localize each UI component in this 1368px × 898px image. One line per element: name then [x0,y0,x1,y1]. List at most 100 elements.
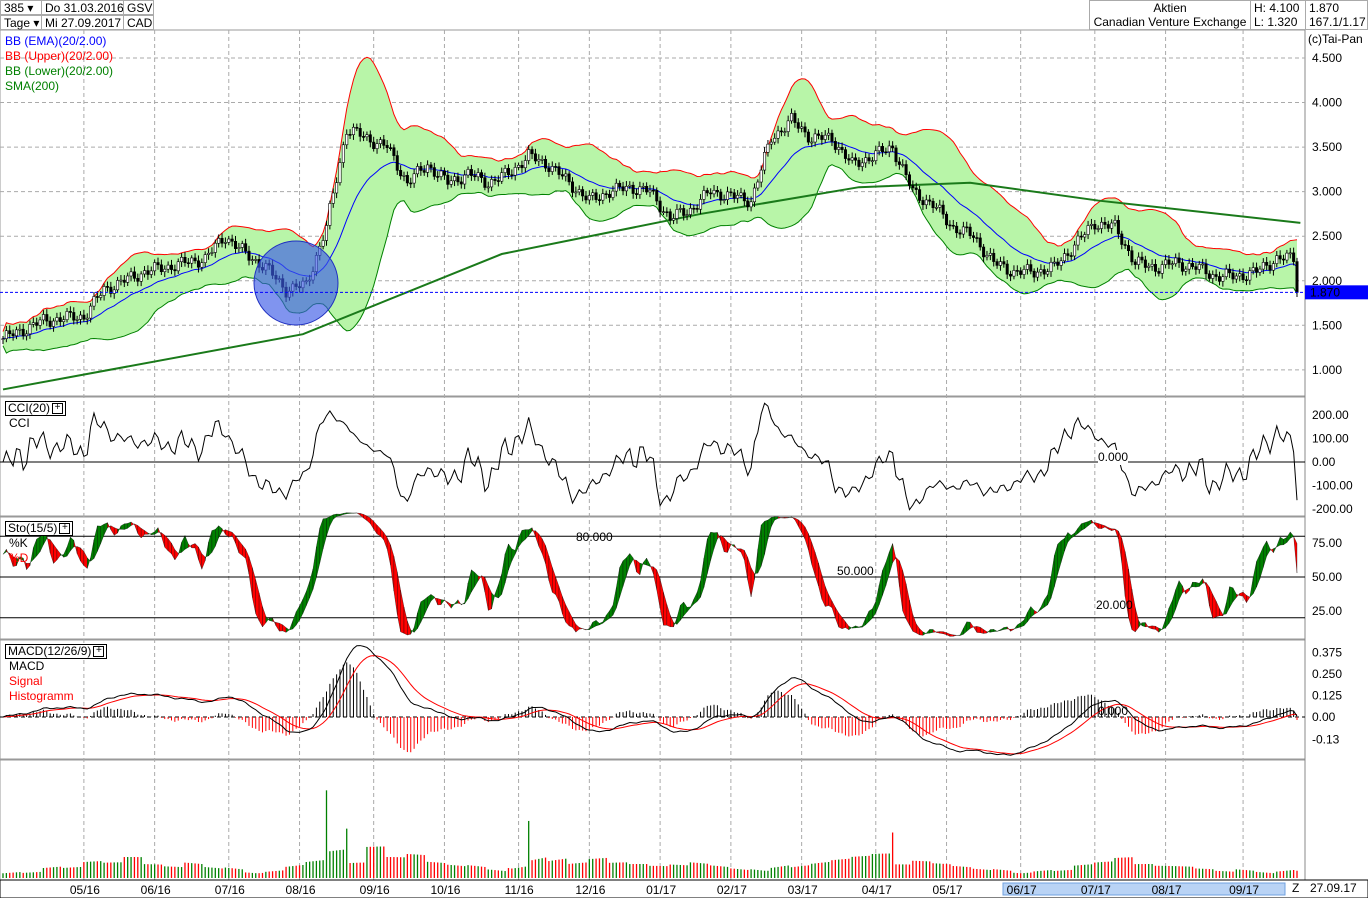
sto-fill-segment [862,617,866,628]
candle-body [709,192,713,195]
sto-fill-segment [922,631,927,636]
sto-fill-segment [1259,546,1264,579]
sto-fill-segment [110,525,115,536]
macd-panel-title[interactable]: MACD(12/26/9) + [5,644,108,659]
expand-icon[interactable]: + [59,523,71,535]
sto-fill-segment [710,531,715,561]
sto-fill-segment [370,517,374,530]
candle-body [1103,221,1107,225]
sto-fill-segment [1027,605,1031,623]
sto-fill-segment [1283,536,1288,546]
sto-fill-segment [703,538,708,588]
sto-fill-segment [663,592,667,626]
candle-body [769,141,773,145]
candle-body [1261,262,1265,270]
candle-body [1177,257,1181,263]
last-value: 1.870 [1309,1,1340,15]
candle-body [854,157,858,161]
sto-fill-segment [1212,594,1217,619]
sto-fill-segment [275,622,280,632]
expand-icon[interactable]: + [93,646,105,658]
candle-body [601,193,605,201]
candle-body [1015,270,1019,272]
sto-fill-segment [60,553,64,558]
sto-fill-segment [1286,531,1291,543]
sto-tick-label: 50.00 [1312,570,1342,584]
sto-fill-segment [794,517,799,527]
candle-body [1036,271,1040,278]
sto-fill-segment [936,631,940,634]
sto-fill-segment [184,535,189,550]
sto-fill-segment [1199,578,1203,587]
candle-body [1170,263,1174,266]
candle-body [402,175,406,177]
candle-body [961,226,965,235]
sto-fill-segment [909,600,913,632]
sto-fill-segment [855,625,860,629]
cci-panel-title[interactable]: CCI(20) + [5,401,67,416]
sto-fill-segment [939,631,944,634]
sto-fill-segment [1162,619,1166,630]
macd-legend: MACD [9,659,45,673]
sto-fill-segment [36,536,41,557]
candle-body [638,186,642,195]
candle-body [560,174,564,177]
sto-fill-segment [814,552,819,587]
sto-fill-segment [1084,521,1089,529]
candle-body [624,186,628,192]
bars-select[interactable]: 385 ▾ [0,0,42,15]
candle-body [105,286,109,288]
candle-body [392,147,396,156]
candle-body [1137,256,1141,265]
sto-fill-segment [771,516,775,527]
candle-body [567,173,571,183]
candle-body [678,208,682,210]
candle-body [594,192,598,200]
x-tick-label: 05/17 [933,883,963,897]
candle-body [1120,233,1124,245]
from-date[interactable]: Do 31.03.2016 [41,0,124,15]
sto-panel-title[interactable]: Sto(15/5) + [5,521,74,536]
cci-title: CCI(20) [8,401,51,415]
sto-fill-segment [430,594,435,602]
candle-body [1100,221,1104,229]
candle-body [240,243,244,248]
sto-fill-segment [471,569,475,593]
sto-fill-segment [831,600,836,619]
candle-body [544,158,548,169]
sto-fill-segment [50,539,54,564]
sto-fill-segment [322,518,327,549]
sto-fill-segment [1215,601,1220,618]
candle-body [372,141,376,149]
candle-body [422,170,426,173]
sto-fill-segment [457,599,462,606]
candle-body [409,182,413,185]
sto-fill-segment [258,592,263,627]
expand-icon[interactable]: + [52,403,64,415]
candle-body [712,190,716,195]
sto-fill-segment [872,601,876,619]
x-tick-label: 01/17 [646,883,676,897]
zoom-button[interactable]: Z [1292,881,1299,896]
sto-fill-segment [319,518,324,564]
candle-body [810,141,814,144]
candle-body [186,262,190,264]
candle-body [341,144,345,163]
sto-fill-segment [545,545,550,581]
candle-body [914,187,918,190]
candle-body [190,257,194,264]
candle-body [1049,261,1053,272]
sto-fill-segment [346,512,351,514]
candle-body [1005,263,1009,275]
period-select[interactable]: Tage ▾ [0,15,42,30]
sto-fill-segment [656,569,661,609]
candle-body [89,305,93,319]
sto-fill-segment [892,543,897,564]
chart-canvas[interactable]: 05/16 06/16 07/16 08/16 09/16 10/16 11/16 12/16… [0,0,1368,898]
candle-body [1238,273,1242,277]
symbol: GSV [123,0,154,15]
to-date[interactable]: Mi 27.09.2017 [41,15,124,30]
sto-fill-segment [1232,587,1237,603]
candle-body [459,181,463,185]
sto-fill-segment [363,514,368,521]
